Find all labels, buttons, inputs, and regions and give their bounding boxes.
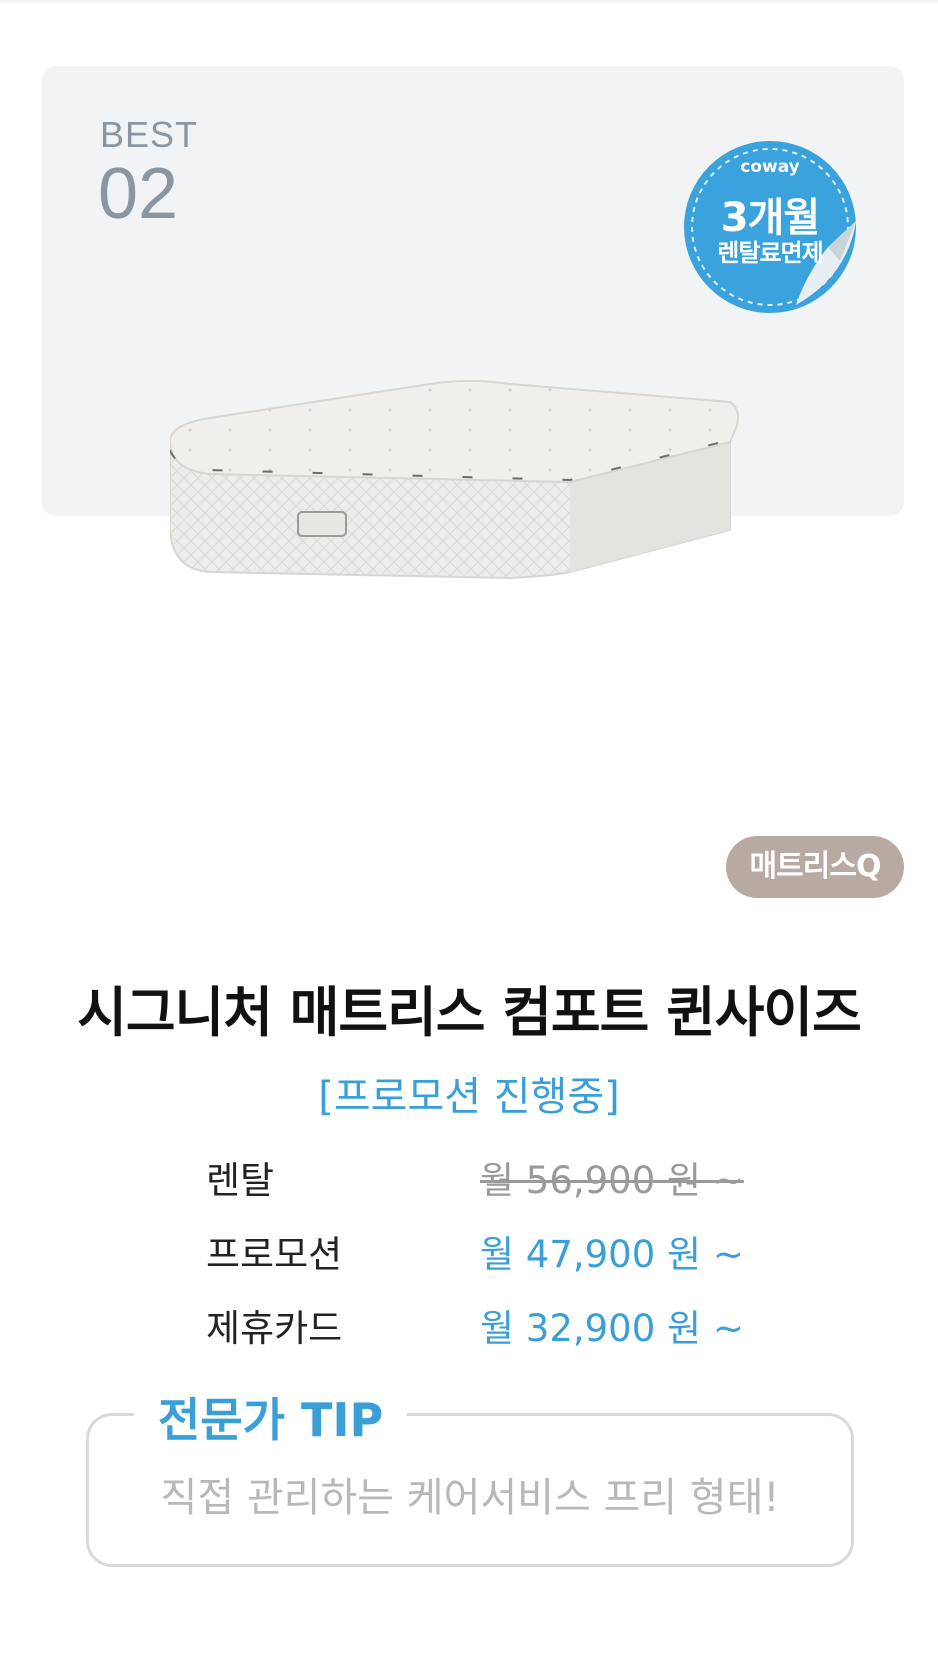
expert-tip-text: 직접 관리하는 케어서비스 프리 형태!: [160, 1475, 780, 1521]
price-value-promotion: 월 47,900 원 ~: [480, 1233, 744, 1276]
best-label: BEST: [100, 114, 199, 155]
price-value-card: 월 32,900 원 ~: [480, 1307, 744, 1350]
product-title: 시그니처 매트리스 컴포트 퀸사이즈: [77, 981, 862, 1044]
promo-badge: coway 3개월 렌탈료면제: [678, 135, 862, 319]
best-rank-number: 02: [98, 154, 179, 234]
promo-status: [프로모션 진행중]: [318, 1074, 620, 1120]
category-tag[interactable]: 매트리스Q: [726, 836, 904, 898]
price-label-card: 제휴카드: [206, 1307, 343, 1350]
price-label-promotion: 프로모션: [206, 1233, 343, 1276]
badge-line2: 렌탈료면제: [717, 239, 823, 267]
price-label-rental: 렌탈: [206, 1159, 275, 1202]
badge-brand-text: coway: [740, 157, 800, 177]
expert-tip-title: 전문가 TIP: [134, 1384, 408, 1450]
price-value-rental: 월 56,900 원 ~: [480, 1159, 744, 1202]
mattress-illustration: [168, 380, 739, 580]
mattress-image[interactable]: [168, 380, 780, 620]
top-divider: [0, 0, 938, 3]
